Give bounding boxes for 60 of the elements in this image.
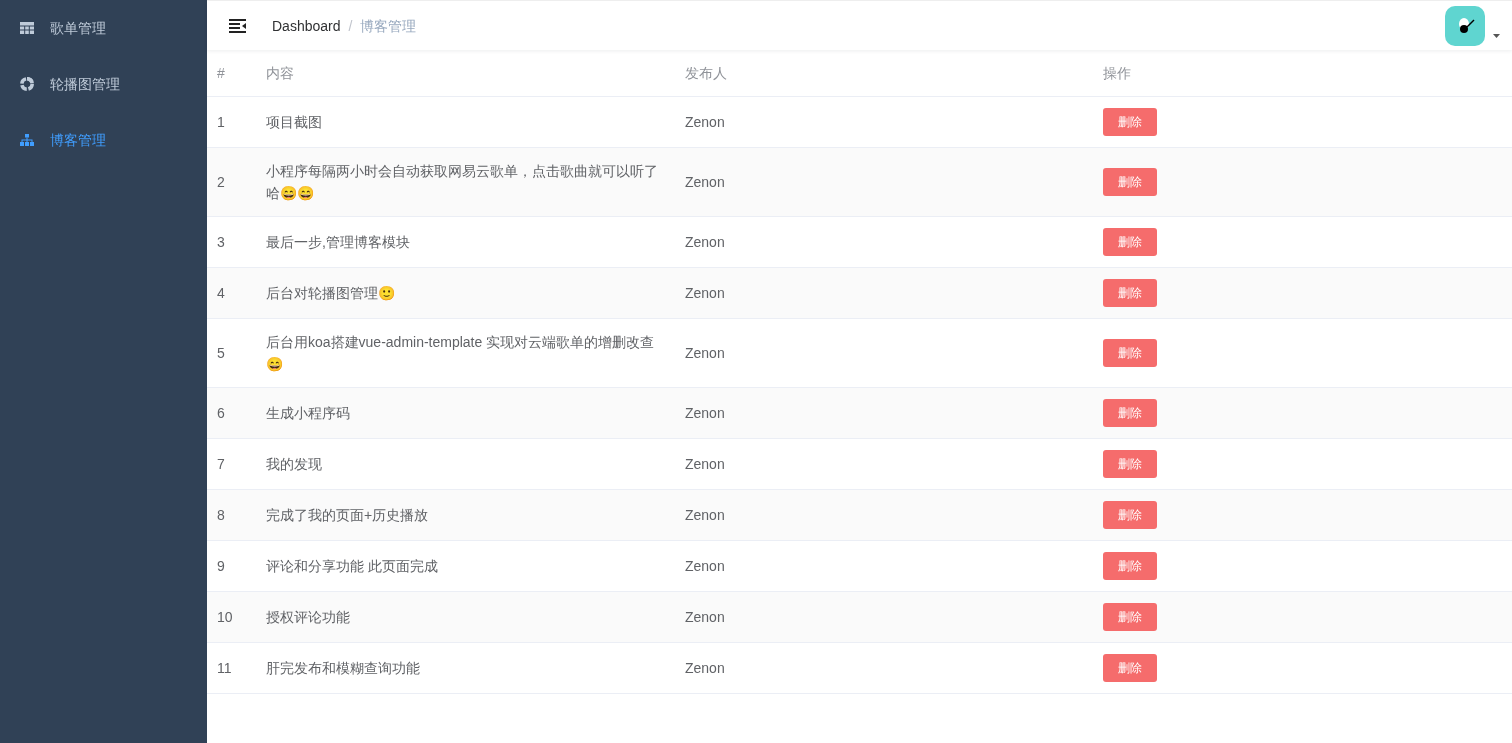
table-cell: Zenon: [685, 557, 725, 574]
table-cell: Zenon: [685, 608, 725, 625]
table-cell: 小程序每隔两小时会自动获取网易云歌单，点击歌曲就可以听了哈😄😄: [266, 162, 658, 201]
table-cell: 项目截图: [266, 113, 322, 130]
table-cell: 我的发现: [266, 455, 322, 472]
breadcrumb-item[interactable]: Dashboard: [272, 15, 341, 36]
column-header: 发布人: [685, 64, 727, 81]
delete-button[interactable]: 删除: [1103, 398, 1157, 427]
table-cell: 3: [217, 233, 225, 250]
grid-icon: [20, 22, 34, 34]
column-header: #: [217, 64, 225, 81]
column-header: 内容: [266, 64, 294, 81]
delete-button[interactable]: 删除: [1103, 551, 1157, 580]
menu-fold-icon[interactable]: [229, 18, 246, 33]
table-cell: Zenon: [685, 455, 725, 472]
table-cell: 6: [217, 404, 225, 421]
table-cell: 授权评论功能: [266, 608, 350, 625]
avatar[interactable]: [1445, 5, 1485, 46]
sidebar-item[interactable]: 轮播图管理: [0, 56, 207, 112]
table-cell: 8: [217, 506, 225, 523]
sidebar-item[interactable]: 博客管理: [0, 112, 207, 168]
breadcrumb-separator: /: [348, 16, 353, 36]
delete-button[interactable]: 删除: [1103, 602, 1157, 631]
ring-icon: [20, 77, 34, 91]
table-cell: Zenon: [685, 113, 725, 130]
table-cell: Zenon: [685, 173, 725, 190]
table-cell: 后台用koa搭建vue-admin-template 实现对云端歌单的增删改查😄: [266, 333, 655, 372]
table-cell: 完成了我的页面+历史播放: [266, 506, 429, 523]
delete-button[interactable]: 删除: [1103, 278, 1157, 307]
delete-button[interactable]: 删除: [1103, 500, 1157, 529]
delete-button[interactable]: 删除: [1103, 338, 1157, 367]
table-cell: 5: [217, 344, 225, 361]
table-cell: Zenon: [685, 284, 725, 301]
sitemap-icon: [20, 134, 34, 146]
table-cell: 7: [217, 455, 225, 472]
table-cell: 评论和分享功能 此页面完成: [266, 557, 438, 574]
table-cell: 后台对轮播图管理🙂: [266, 284, 395, 301]
table-cell: 9: [217, 557, 225, 574]
column-header: 操作: [1103, 64, 1131, 81]
delete-button[interactable]: 删除: [1103, 107, 1157, 136]
delete-button[interactable]: 删除: [1103, 449, 1157, 478]
delete-button[interactable]: 删除: [1103, 653, 1157, 682]
table-cell: 2: [217, 173, 225, 190]
table-cell: 最后一步,管理博客模块: [266, 233, 410, 250]
table-cell: Zenon: [685, 404, 725, 421]
table-cell: 肝完发布和模糊查询功能: [266, 659, 420, 676]
caret-icon[interactable]: [1493, 33, 1500, 38]
table-cell: 11: [217, 659, 232, 676]
table-cell: 生成小程序码: [266, 404, 350, 421]
table-cell: 1: [217, 113, 225, 130]
sidebar-item[interactable]: 歌单管理: [0, 0, 207, 56]
breadcrumb-item: 博客管理: [360, 16, 417, 36]
table-cell: 4: [217, 284, 225, 301]
table-cell: Zenon: [685, 233, 725, 250]
table-cell: Zenon: [685, 344, 725, 361]
delete-button[interactable]: 删除: [1103, 167, 1157, 196]
delete-button[interactable]: 删除: [1103, 227, 1157, 256]
table-cell: 10: [217, 608, 233, 625]
table-cell: Zenon: [685, 506, 725, 523]
table-cell: Zenon: [685, 659, 725, 676]
